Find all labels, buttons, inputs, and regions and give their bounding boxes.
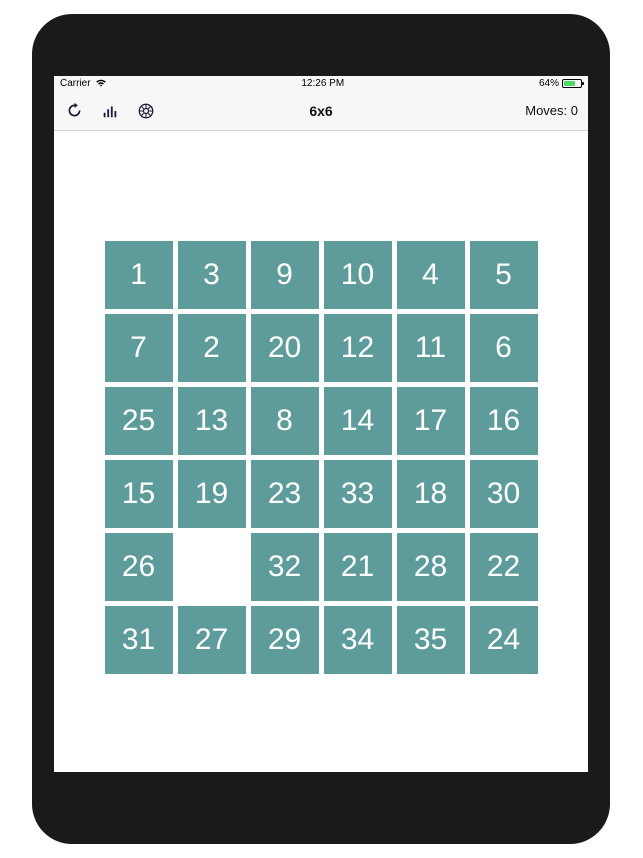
puzzle-tile[interactable]: 34 <box>324 606 392 674</box>
puzzle-tile[interactable]: 12 <box>324 314 392 382</box>
puzzle-tile[interactable]: 4 <box>397 241 465 309</box>
puzzle-grid: 1391045722012116251381417161519233318302… <box>105 241 538 674</box>
puzzle-tile[interactable]: 28 <box>397 533 465 601</box>
page-title: 6x6 <box>309 103 332 119</box>
puzzle-tile[interactable]: 22 <box>470 533 538 601</box>
puzzle-tile[interactable]: 13 <box>178 387 246 455</box>
puzzle-tile[interactable]: 18 <box>397 460 465 528</box>
puzzle-tile-empty <box>178 533 246 601</box>
puzzle-tile[interactable]: 27 <box>178 606 246 674</box>
carrier-label: Carrier <box>60 78 91 89</box>
battery-icon <box>562 79 582 88</box>
status-right: 64% <box>539 78 582 89</box>
puzzle-tile[interactable]: 3 <box>178 241 246 309</box>
puzzle-tile[interactable]: 1 <box>105 241 173 309</box>
puzzle-tile[interactable]: 32 <box>251 533 319 601</box>
puzzle-tile[interactable]: 19 <box>178 460 246 528</box>
status-time: 12:26 PM <box>301 78 344 89</box>
status-bar: Carrier 12:26 PM 64% <box>54 76 588 91</box>
nav-bar: 6x6 Moves: 0 <box>54 91 588 131</box>
device-frame: Carrier 12:26 PM 64% <box>32 14 610 844</box>
puzzle-tile[interactable]: 7 <box>105 314 173 382</box>
puzzle-tile[interactable]: 11 <box>397 314 465 382</box>
puzzle-tile[interactable]: 20 <box>251 314 319 382</box>
battery-pct: 64% <box>539 78 559 89</box>
status-left: Carrier <box>60 78 107 90</box>
screen: Carrier 12:26 PM 64% <box>54 76 588 772</box>
game-area: 1391045722012116251381417161519233318302… <box>54 131 588 772</box>
puzzle-tile[interactable]: 23 <box>251 460 319 528</box>
puzzle-tile[interactable]: 9 <box>251 241 319 309</box>
puzzle-tile[interactable]: 33 <box>324 460 392 528</box>
wifi-icon <box>95 78 107 90</box>
puzzle-tile[interactable]: 10 <box>324 241 392 309</box>
puzzle-tile[interactable]: 14 <box>324 387 392 455</box>
nav-left <box>64 101 156 121</box>
puzzle-tile[interactable]: 29 <box>251 606 319 674</box>
moves-counter: Moves: 0 <box>525 103 578 118</box>
puzzle-tile[interactable]: 5 <box>470 241 538 309</box>
puzzle-tile[interactable]: 8 <box>251 387 319 455</box>
help-icon[interactable] <box>136 101 156 121</box>
puzzle-tile[interactable]: 16 <box>470 387 538 455</box>
puzzle-tile[interactable]: 6 <box>470 314 538 382</box>
puzzle-tile[interactable]: 25 <box>105 387 173 455</box>
puzzle-tile[interactable]: 26 <box>105 533 173 601</box>
puzzle-tile[interactable]: 24 <box>470 606 538 674</box>
puzzle-tile[interactable]: 30 <box>470 460 538 528</box>
refresh-icon[interactable] <box>64 101 84 121</box>
puzzle-tile[interactable]: 2 <box>178 314 246 382</box>
puzzle-tile[interactable]: 31 <box>105 606 173 674</box>
stats-icon[interactable] <box>100 101 120 121</box>
puzzle-tile[interactable]: 21 <box>324 533 392 601</box>
puzzle-tile[interactable]: 35 <box>397 606 465 674</box>
puzzle-tile[interactable]: 17 <box>397 387 465 455</box>
puzzle-tile[interactable]: 15 <box>105 460 173 528</box>
